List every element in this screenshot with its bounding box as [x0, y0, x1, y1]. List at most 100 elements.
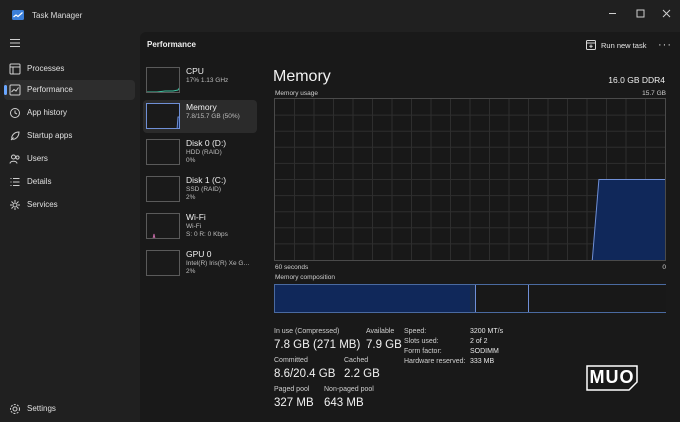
- device-thumbnail: [146, 67, 180, 93]
- device-name: Disk 0 (D:): [186, 138, 227, 148]
- sidebar: Processes Performance App history Startu…: [0, 32, 140, 422]
- memory-usage-graph: [274, 98, 666, 261]
- startup-apps-icon: [10, 131, 20, 141]
- committed-value: 8.6/20.4 GB: [274, 368, 336, 380]
- users-icon: [9, 154, 20, 164]
- memory-usage-plot: [275, 99, 665, 261]
- performance-icon: [9, 84, 21, 96]
- speed-value: 3200 MT/s: [470, 328, 504, 335]
- hardware-reserved-value: 333 MB: [470, 358, 495, 365]
- memory-usage-label: Memory usage: [275, 90, 318, 97]
- minimize-button[interactable]: [598, 4, 626, 22]
- slots-used-value: 2 of 2: [470, 338, 488, 345]
- sidebar-item-app-history[interactable]: App history: [4, 103, 135, 123]
- memory-total: 16.0 GB DDR4: [608, 75, 665, 85]
- gear-icon: [10, 404, 20, 414]
- memory-usage-max: 15.7 GB: [642, 90, 666, 97]
- page-title: Performance: [147, 40, 196, 49]
- maximize-icon: [636, 9, 644, 17]
- sidebar-item-label: Settings: [27, 404, 56, 413]
- device-detail: 17% 1.13 GHz: [186, 77, 229, 84]
- title-bar: Task Manager: [0, 0, 680, 32]
- device-detail: 7.8/15.7 GB (50%): [186, 113, 240, 120]
- sidebar-item-label: Services: [27, 200, 58, 209]
- sidebar-item-label: Performance: [27, 85, 73, 94]
- device-thumbnail: [146, 250, 180, 276]
- device-name: CPU: [186, 66, 204, 76]
- device-item-memory[interactable]: Memory 7.8/15.7 GB (50%): [143, 100, 257, 133]
- device-name: Wi-Fi: [186, 212, 206, 222]
- sidebar-item-settings[interactable]: Settings: [4, 399, 135, 419]
- non-paged-pool-value: 643 MB: [324, 397, 364, 409]
- muo-watermark-logo: MUO: [585, 362, 639, 392]
- device-thumbnail: [146, 176, 180, 202]
- run-new-task-label: Run new task: [601, 40, 647, 50]
- processes-icon: [9, 63, 21, 75]
- sidebar-item-label: Processes: [27, 64, 65, 73]
- cached-label: Cached: [344, 357, 369, 364]
- sidebar-item-label: Startup apps: [27, 131, 73, 140]
- sidebar-item-startup-apps[interactable]: Startup apps: [4, 126, 135, 146]
- sidebar-item-services[interactable]: Services: [4, 195, 135, 215]
- device-item-gpu-0[interactable]: GPU 0 Intel(R) Iris(R) Xe G… 2%: [143, 247, 257, 280]
- device-item-cpu[interactable]: CPU 17% 1.13 GHz: [143, 64, 257, 97]
- window-title: Task Manager: [32, 11, 83, 20]
- memory-title: Memory: [273, 68, 331, 85]
- paged-pool-label: Paged pool: [274, 386, 310, 393]
- cached-value: 2.2 GB: [344, 368, 380, 380]
- composition-free-segment: [529, 285, 666, 312]
- paged-pool-value: 327 MB: [274, 397, 314, 409]
- sidebar-item-processes[interactable]: Processes: [4, 59, 135, 79]
- watermark-text: MUO: [589, 366, 635, 387]
- device-detail: SSD (RAID): [186, 186, 222, 193]
- sidebar-item-label: App history: [27, 108, 68, 117]
- close-icon: [662, 9, 670, 17]
- sidebar-item-details[interactable]: Details: [4, 172, 135, 192]
- device-name: Memory: [186, 102, 217, 112]
- close-button[interactable]: [652, 4, 680, 22]
- sidebar-item-label: Details: [27, 177, 52, 186]
- sidebar-item-performance[interactable]: Performance: [4, 80, 135, 100]
- memory-composition-bar: [274, 284, 666, 313]
- committed-label: Committed: [274, 357, 308, 364]
- device-name: Disk 1 (C:): [186, 175, 227, 185]
- device-thumbnail: [146, 103, 180, 129]
- task-manager-app-icon: [12, 10, 24, 20]
- device-detail: HDD (RAID): [186, 149, 222, 156]
- sidebar-item-label: Users: [27, 154, 48, 163]
- maximize-button[interactable]: [626, 4, 654, 22]
- device-detail: 2%: [186, 268, 196, 275]
- minimize-icon: [608, 12, 616, 14]
- speed-label: Speed:: [404, 328, 427, 335]
- device-detail: Wi-Fi: [186, 223, 202, 230]
- in-use-value: 7.8 GB (271 MB): [274, 339, 361, 351]
- services-icon: [10, 200, 20, 210]
- active-indicator: [4, 85, 7, 95]
- run-new-task-button[interactable]: Run new task: [586, 38, 646, 52]
- graph-time-left-label: 60 seconds: [275, 264, 309, 271]
- hardware-reserved-label: Hardware reserved:: [404, 358, 466, 365]
- composition-standby-segment: [476, 285, 529, 312]
- hamburger-menu-icon[interactable]: [9, 38, 21, 48]
- more-options-button[interactable]: ···: [658, 39, 672, 51]
- device-item-disk-1[interactable]: Disk 1 (C:) SSD (RAID) 2%: [143, 173, 257, 206]
- device-detail: Intel(R) Iris(R) Xe G…: [186, 260, 250, 267]
- memory-usage-area: [592, 179, 665, 260]
- details-icon: [10, 178, 20, 186]
- form-factor-label: Form factor:: [404, 348, 442, 355]
- graph-time-right-label: 0: [662, 264, 666, 271]
- run-task-icon: [586, 40, 596, 50]
- composition-in-use-segment: [275, 285, 470, 312]
- device-thumbnail: [146, 213, 180, 239]
- non-paged-pool-label: Non-paged pool: [324, 386, 374, 393]
- memory-composition-label: Memory composition: [275, 274, 335, 281]
- device-name: GPU 0: [186, 249, 212, 259]
- device-detail: S: 0 R: 0 Kbps: [186, 231, 228, 238]
- device-detail: 2%: [186, 194, 196, 201]
- sidebar-item-users[interactable]: Users: [4, 149, 135, 169]
- available-label: Available: [366, 328, 395, 335]
- slots-used-label: Slots used:: [404, 338, 439, 345]
- form-factor-value: SODIMM: [470, 348, 499, 355]
- device-item-wifi[interactable]: Wi-Fi Wi-Fi S: 0 R: 0 Kbps: [143, 210, 257, 243]
- device-item-disk-0[interactable]: Disk 0 (D:) HDD (RAID) 0%: [143, 136, 257, 169]
